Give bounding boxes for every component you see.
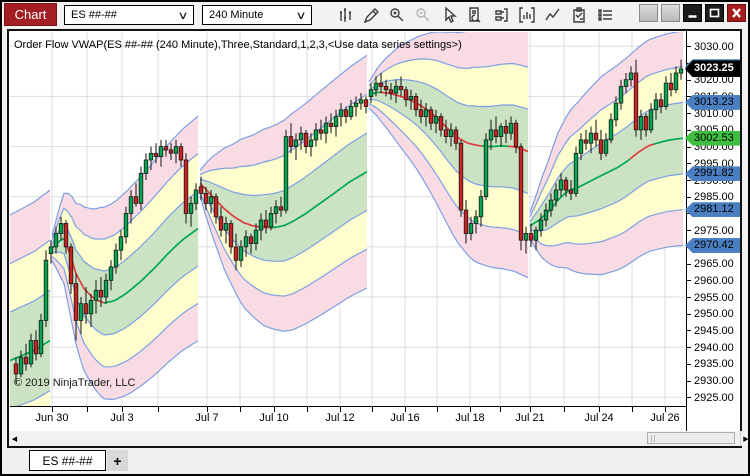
price-tag-band: 2991.82 xyxy=(685,166,740,182)
price-axis-label: 2985.00 xyxy=(694,191,734,204)
price-axis-label: 2935.00 xyxy=(694,358,734,371)
date-axis-minor-tick xyxy=(240,407,241,412)
price-axis-tick xyxy=(687,180,691,181)
price-axis-tick xyxy=(687,263,691,265)
chart-plot-area[interactable] xyxy=(10,32,686,406)
price-axis-tick xyxy=(687,196,691,198)
date-axis-minor-tick xyxy=(437,407,438,412)
title-bar: Chart ES ##-## ∨ 240 Minute ∨ xyxy=(2,2,748,28)
price-axis-label: 2930.00 xyxy=(694,375,734,388)
price-axis-tick xyxy=(687,363,691,365)
cursor-icon[interactable] xyxy=(439,5,458,24)
price-axis-tick xyxy=(687,146,691,148)
price-axis-tick xyxy=(687,46,691,48)
add-tab-button[interactable]: + xyxy=(107,450,128,471)
date-axis-minor-tick xyxy=(372,407,373,412)
price-axis-label: 2965.00 xyxy=(694,258,734,271)
date-axis-minor-tick xyxy=(158,407,159,412)
drawing-tools-icon[interactable] xyxy=(361,5,380,24)
interval-dropdown-value: 240 Minute xyxy=(209,9,264,21)
chart-badge[interactable]: Chart xyxy=(4,3,57,26)
date-axis-label: Jul 7 xyxy=(195,412,219,424)
data-series-icon[interactable] xyxy=(517,5,536,24)
chevron-down-icon: ∨ xyxy=(177,9,189,22)
chart-panel: Order Flow VWAP(ES ##-## (240 Minute),Th… xyxy=(7,29,748,448)
price-axis-tick xyxy=(687,230,691,232)
copyright-text: © 2019 NinjaTrader, LLC xyxy=(14,377,136,389)
date-axis-label: Jul 18 xyxy=(455,412,485,424)
price-axis-tick xyxy=(687,313,691,315)
date-axis-label: Jul 10 xyxy=(259,412,289,424)
price-axis-label: 2945.00 xyxy=(694,324,734,337)
price-axis-tick xyxy=(687,297,691,298)
vwap-chart-svg xyxy=(10,32,686,406)
tab-bar: ES ##-## + xyxy=(7,450,128,471)
horizontal-scrollbar[interactable]: ◀ ▶ xyxy=(9,431,748,446)
instrument-dropdown-value: ES ##-## xyxy=(71,9,117,21)
properties-icon[interactable] xyxy=(595,5,614,24)
price-axis-tick xyxy=(687,280,691,282)
date-axis-minor-tick xyxy=(632,407,633,412)
zoom-out-icon[interactable] xyxy=(413,5,432,24)
indicator-label[interactable]: Order Flow VWAP(ES ##-## (240 Minute),Th… xyxy=(14,39,462,51)
scroll-right-arrow[interactable]: ▶ xyxy=(740,431,748,446)
window-extra-button-1[interactable] xyxy=(639,4,658,22)
chart-report-icon[interactable] xyxy=(465,5,484,24)
price-axis-tick xyxy=(687,330,691,332)
chart-trader-icon[interactable] xyxy=(491,5,510,24)
price-tag-vwap: 3002.53 xyxy=(685,130,740,146)
price-tag-band: 3013.23 xyxy=(685,94,740,110)
date-axis[interactable] xyxy=(10,406,687,407)
date-axis-minor-tick xyxy=(307,407,308,412)
price-axis-tick xyxy=(687,397,691,399)
price-tag-band: 2970.42 xyxy=(685,238,740,253)
price-tag-band: 2981.12 xyxy=(685,202,740,218)
chevron-down-icon: ∨ xyxy=(295,9,307,22)
window-controls xyxy=(639,4,746,22)
price-axis-label: 2925.00 xyxy=(694,391,734,404)
price-axis-tick xyxy=(687,129,691,131)
toolbar xyxy=(335,5,614,24)
price-axis-label: 2955.00 xyxy=(694,291,734,304)
date-axis-label: Jul 16 xyxy=(390,412,420,424)
price-axis-tick xyxy=(687,380,691,382)
interval-dropdown[interactable]: 240 Minute ∨ xyxy=(202,5,312,25)
date-axis-label: Jul 21 xyxy=(515,412,545,424)
chart-style-icon[interactable] xyxy=(335,5,354,24)
date-axis-minor-tick xyxy=(87,407,88,412)
date-axis-minor-tick xyxy=(564,407,565,412)
price-axis-label: 2940.00 xyxy=(694,341,734,354)
window-extra-button-2[interactable] xyxy=(661,4,680,22)
close-button[interactable] xyxy=(727,4,746,22)
date-axis-label: Jul 3 xyxy=(110,412,134,424)
chart-window: Chart ES ##-## ∨ 240 Minute ∨ Order Flow… xyxy=(0,0,750,476)
tab-instrument[interactable]: ES ##-## xyxy=(29,450,106,471)
scrollbar-thumb[interactable] xyxy=(647,432,735,444)
date-axis-minor-tick xyxy=(500,407,501,412)
strategies-icon[interactable] xyxy=(569,5,588,24)
price-axis-tick xyxy=(687,163,691,165)
price-axis-label: 3030.00 xyxy=(694,40,734,53)
date-axis-label: Jun 30 xyxy=(35,412,69,424)
price-axis-tick xyxy=(687,347,691,349)
date-axis-label: Jul 26 xyxy=(650,412,680,424)
price-axis-tick xyxy=(687,113,691,115)
scroll-left-arrow[interactable]: ◀ xyxy=(9,431,20,446)
price-tag-last: 3023.25 xyxy=(685,60,740,78)
instrument-dropdown[interactable]: ES ##-## ∨ xyxy=(64,5,194,25)
zoom-in-icon[interactable] xyxy=(387,5,406,24)
price-axis-label: 2975.00 xyxy=(694,224,734,237)
maximize-button[interactable] xyxy=(705,4,724,22)
minimize-button[interactable] xyxy=(683,4,702,22)
price-axis-label: 2950.00 xyxy=(694,308,734,321)
date-axis-label: Jul 24 xyxy=(584,412,614,424)
date-axis-label: Jul 12 xyxy=(325,412,355,424)
indicators-icon[interactable] xyxy=(543,5,562,24)
price-axis-label: 2960.00 xyxy=(694,274,734,287)
price-axis-tick xyxy=(687,79,691,81)
